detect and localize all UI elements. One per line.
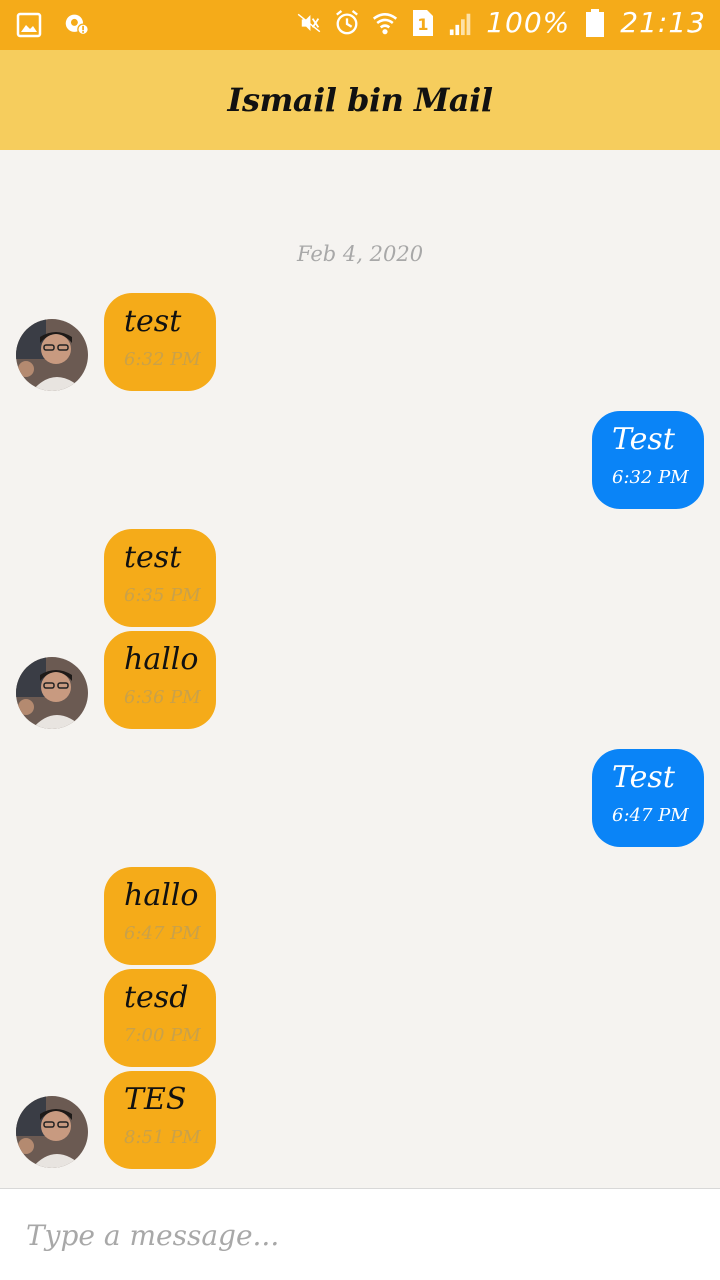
message-time: 6:36 PM	[124, 687, 201, 708]
outgoing-message[interactable]: Test 6:47 PM	[592, 749, 704, 847]
message-text: Test	[612, 422, 675, 457]
gallery-notification-icon	[16, 10, 42, 40]
chat-thread[interactable]: Feb 4, 2020 test 6:32 PM Test 6:32 PM te…	[0, 150, 720, 1188]
message-time: 6:32 PM	[612, 467, 689, 488]
message-time: 7:00 PM	[124, 1025, 201, 1046]
message-time: 6:35 PM	[124, 585, 201, 606]
incoming-message[interactable]: hallo 6:36 PM	[104, 631, 216, 729]
message-text: Test	[612, 760, 675, 795]
message-text: hallo	[124, 878, 199, 913]
wifi-icon	[372, 8, 398, 38]
contact-name-title[interactable]: Ismail bin Mail	[228, 81, 493, 119]
signal-icon	[448, 8, 474, 38]
contact-avatar[interactable]	[16, 319, 88, 391]
date-separator: Feb 4, 2020	[296, 242, 424, 266]
avatar-photo-icon	[16, 657, 88, 729]
incoming-message[interactable]: tesd 7:00 PM	[104, 969, 216, 1067]
message-time: 6:47 PM	[124, 923, 201, 944]
message-text: test	[124, 540, 182, 575]
status-bar: 1 100% 21:13	[0, 0, 720, 50]
message-text: test	[124, 304, 182, 339]
incoming-message[interactable]: TES 8:51 PM	[104, 1071, 216, 1169]
location-alert-icon	[64, 10, 90, 40]
alarm-icon	[334, 8, 360, 38]
message-time: 6:32 PM	[124, 349, 201, 370]
message-text: hallo	[124, 642, 199, 677]
message-composer	[0, 1188, 720, 1280]
incoming-message[interactable]: test 6:32 PM	[104, 293, 216, 391]
incoming-message[interactable]: test 6:35 PM	[104, 529, 216, 627]
contact-avatar[interactable]	[16, 1096, 88, 1168]
message-text: tesd	[124, 980, 189, 1015]
sim-icon: 1	[410, 8, 436, 38]
clock: 21:13	[620, 6, 706, 39]
message-time: 8:51 PM	[124, 1127, 201, 1148]
avatar-photo-icon	[16, 1096, 88, 1168]
sim-number: 1	[418, 15, 429, 34]
app-bar: Ismail bin Mail	[0, 50, 720, 150]
message-time: 6:47 PM	[612, 805, 689, 826]
incoming-message[interactable]: hallo 6:47 PM	[104, 867, 216, 965]
outgoing-message[interactable]: Test 6:32 PM	[592, 411, 704, 509]
avatar-photo-icon	[16, 319, 88, 391]
battery-percent: 100%	[486, 6, 571, 39]
message-input[interactable]	[26, 1213, 696, 1257]
contact-avatar[interactable]	[16, 657, 88, 729]
battery-icon	[582, 8, 608, 38]
mute-vibrate-icon	[296, 8, 322, 38]
message-text: TES	[124, 1082, 187, 1117]
